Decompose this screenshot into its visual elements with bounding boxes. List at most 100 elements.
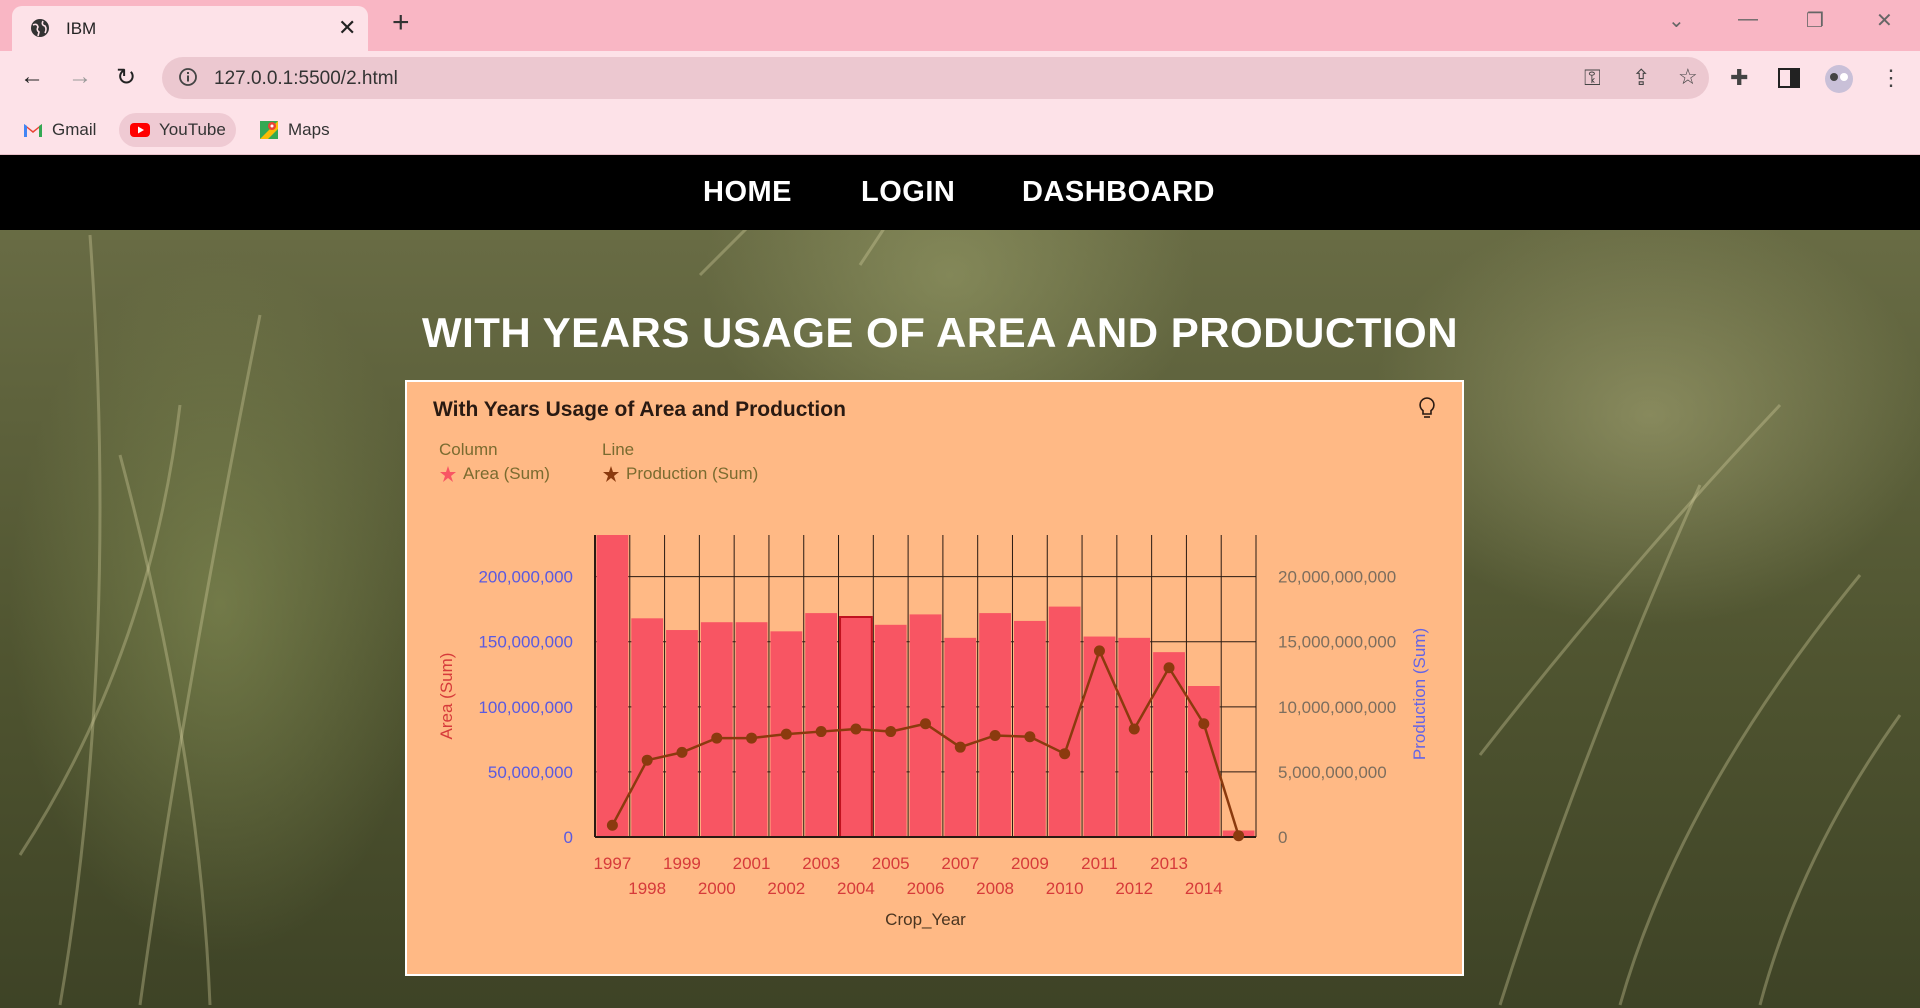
- x-tick-label: 2008: [976, 879, 1014, 898]
- point-production: [885, 726, 897, 738]
- point-production: [815, 726, 827, 738]
- x-tick-label: 2010: [1046, 879, 1084, 898]
- gmail-icon: [24, 124, 42, 137]
- url-text: 127.0.0.1:5500/2.html: [214, 68, 398, 89]
- point-production: [920, 718, 931, 730]
- site-navbar: HOME LOGIN DASHBOARD: [0, 155, 1920, 230]
- x-tick-label: 1997: [593, 854, 631, 873]
- point-production: [1059, 748, 1071, 760]
- bar-area: [1083, 636, 1116, 837]
- y-tick-label: 200,000,000: [478, 568, 573, 587]
- x-tick-label: 2006: [907, 879, 945, 898]
- close-tab-icon[interactable]: ✕: [338, 15, 356, 41]
- y-tick-label: 150,000,000: [478, 633, 573, 652]
- bar-area: [805, 613, 838, 837]
- point-production: [1233, 830, 1245, 842]
- y2-tick-label: 10,000,000,000: [1278, 698, 1396, 717]
- nav-dashboard-link[interactable]: DASHBOARD: [1022, 176, 1215, 209]
- side-panel-icon[interactable]: [1778, 68, 1800, 88]
- point-production: [989, 729, 1001, 741]
- address-bar[interactable]: 127.0.0.1:5500/2.html ⚿ ⇪ ☆: [162, 57, 1709, 99]
- point-production: [746, 732, 758, 744]
- browser-toolbar: ← → ↻ 127.0.0.1:5500/2.html ⚿ ⇪ ☆ ✚ ⋮: [0, 51, 1920, 107]
- nav-login-link[interactable]: LOGIN: [861, 176, 955, 209]
- x-tick-label: 2007: [941, 854, 979, 873]
- nav-home-link[interactable]: HOME: [703, 176, 792, 209]
- bar-area: [666, 630, 698, 837]
- bar-area: [944, 637, 977, 837]
- y-tick-label: 0: [564, 828, 573, 847]
- y-tick-label: 100,000,000: [478, 698, 573, 717]
- point-production: [954, 741, 966, 753]
- bookmark-label: YouTube: [159, 120, 226, 139]
- bar-area: [1013, 620, 1046, 837]
- bookmarks-bar: Gmail YouTube Maps: [0, 107, 1920, 155]
- menu-kebab-icon[interactable]: ⋮: [1880, 65, 1902, 91]
- y2-tick-label: 15,000,000,000: [1278, 633, 1396, 652]
- tab-title: IBM: [66, 19, 97, 38]
- browser-tab[interactable]: IBM ✕: [12, 6, 368, 51]
- point-production: [850, 723, 862, 735]
- x-tick-label: 2014: [1185, 879, 1223, 898]
- point-production: [1093, 645, 1105, 657]
- bookmark-label: Maps: [288, 120, 330, 139]
- x-tick-label: 2009: [1011, 854, 1049, 873]
- x-tick-label: 2000: [698, 879, 736, 898]
- x-tick-label: 2013: [1150, 854, 1188, 873]
- site-info-icon[interactable]: [178, 67, 198, 87]
- bookmark-star-icon[interactable]: ☆: [1678, 64, 1698, 90]
- x-tick-label: 1999: [663, 854, 701, 873]
- reload-icon[interactable]: ↻: [116, 63, 136, 92]
- page-content: HOME LOGIN DASHBOARD WITH YEARS USAGE OF…: [0, 155, 1920, 1008]
- globe-icon: [31, 19, 49, 37]
- point-production: [1024, 731, 1036, 743]
- share-icon[interactable]: ⇪: [1632, 65, 1650, 91]
- bar-area: [596, 535, 629, 837]
- chart-card: With Years Usage of Area and Production …: [405, 380, 1464, 976]
- point-production: [1198, 718, 1210, 730]
- youtube-icon: [130, 123, 150, 137]
- point-production: [606, 819, 618, 831]
- x-tick-label: 1998: [628, 879, 666, 898]
- extensions-icon[interactable]: ✚: [1730, 65, 1748, 91]
- x-tick-label: 2002: [767, 879, 805, 898]
- profile-avatar[interactable]: [1824, 64, 1854, 94]
- restore-icon[interactable]: ❐: [1806, 8, 1824, 33]
- point-production: [1163, 662, 1175, 674]
- page-heading: WITH YEARS USAGE OF AREA AND PRODUCTION: [421, 309, 1459, 356]
- bar-area: [1153, 652, 1185, 837]
- y2-tick-label: 0: [1278, 828, 1287, 847]
- bookmark-maps[interactable]: Maps: [248, 113, 340, 147]
- tab-search-icon[interactable]: ⌄: [1668, 8, 1685, 33]
- y-axis-title: Area (Sum): [437, 653, 456, 740]
- bookmark-youtube[interactable]: YouTube: [119, 113, 236, 147]
- point-production: [641, 754, 653, 766]
- password-key-icon[interactable]: ⚿: [1584, 65, 1601, 91]
- new-tab-icon[interactable]: +: [392, 6, 410, 40]
- bar-area: [1118, 637, 1151, 837]
- x-tick-label: 2011: [1081, 854, 1118, 873]
- x-tick-label: 2001: [733, 854, 771, 873]
- bookmark-gmail[interactable]: Gmail: [12, 113, 106, 147]
- forward-icon[interactable]: →: [68, 63, 92, 91]
- y2-axis-title: Production (Sum): [1410, 628, 1429, 760]
- back-icon[interactable]: ←: [20, 63, 44, 91]
- combo-chart: 0 0 50,000,000 5,000,000,000 100,000,000 10,0…: [437, 535, 1429, 929]
- browser-tab-bar: IBM ✕ + ⌄ — ❐ ✕: [0, 0, 1920, 51]
- point-production: [780, 728, 792, 740]
- y2-tick-label: 5,000,000,000: [1278, 763, 1387, 782]
- x-tick-label: 2004: [837, 879, 875, 898]
- bar-area: [631, 618, 664, 837]
- bar-area: [979, 613, 1011, 837]
- x-tick-label: 2012: [1115, 879, 1153, 898]
- x-tick-label: 2005: [872, 854, 910, 873]
- y-tick-label: 50,000,000: [488, 763, 573, 782]
- x-tick-label: 2003: [802, 854, 840, 873]
- minimize-icon[interactable]: —: [1738, 8, 1758, 31]
- bar-area: [735, 622, 768, 837]
- maps-icon: [260, 121, 278, 139]
- point-production: [676, 746, 688, 758]
- point-production: [711, 732, 723, 744]
- window-close-icon[interactable]: ✕: [1876, 8, 1893, 33]
- y2-tick-label: 20,000,000,000: [1278, 568, 1396, 587]
